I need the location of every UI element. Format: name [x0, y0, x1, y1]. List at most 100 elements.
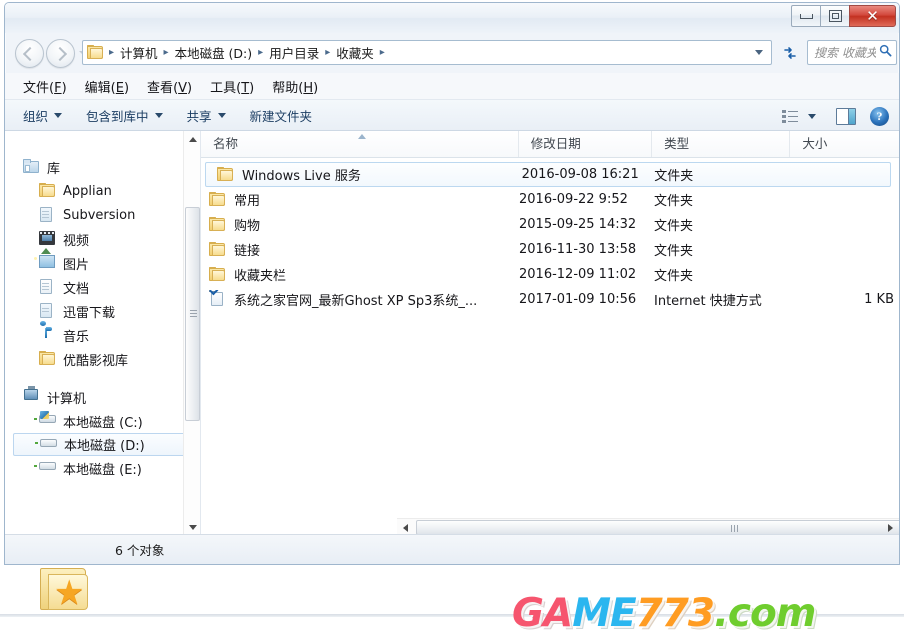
scroll-up-button[interactable] [184, 131, 200, 148]
table-row[interactable]: 链接 2016-11-30 13:58 文件夹 [201, 237, 899, 262]
table-row[interactable]: 购物 2015-09-25 14:32 文件夹 [201, 212, 899, 237]
minimize-button[interactable] [791, 5, 820, 27]
file-rows: Windows Live 服务 2016-09-08 16:21 文件夹 常用 [201, 158, 899, 312]
file-type-cell: Internet 快捷方式 [654, 294, 762, 309]
horizontal-scrollbar-thumb[interactable] [416, 520, 899, 535]
sidebar-item-label: 音乐 [63, 329, 90, 345]
sidebar-group-computer[interactable]: 计算机 [5, 385, 200, 409]
sidebar-group-label: 计算机 [47, 391, 87, 407]
breadcrumb-item-favorites[interactable]: 收藏夹 [333, 41, 377, 64]
breadcrumb-item-user-dir[interactable]: 用户目录 [266, 41, 322, 64]
column-header-label: 修改日期 [530, 136, 581, 151]
file-date-cell: 2017-01-09 10:56 [519, 292, 637, 307]
sidebar-item-applian[interactable]: Applian [5, 179, 200, 203]
column-header-name[interactable]: 名称 [201, 131, 519, 157]
maximize-restore-button[interactable] [820, 5, 849, 27]
sidebar-item-drive-d[interactable]: 本地磁盘 (D:) [13, 433, 196, 456]
close-icon: ✕ [866, 6, 879, 25]
watermark-logo: GAME773.com [512, 591, 816, 636]
file-name-label: 系统之家官网_最新Ghost XP Sp3系统_... [234, 294, 478, 309]
back-button[interactable] [15, 39, 44, 68]
navigation-list: 库 Applian Subversion 视频 图片 文档 迅雷下载 音乐 优酷… [5, 131, 200, 480]
search-box[interactable]: 搜索 收藏夹 [807, 40, 897, 65]
chevron-left-icon [403, 523, 408, 532]
content-area: 库 Applian Subversion 视频 图片 文档 迅雷下载 音乐 优酷… [5, 131, 899, 536]
breadcrumb-item-computer[interactable]: 计算机 [117, 41, 161, 64]
watermark-part-1: GA [512, 591, 573, 636]
file-name-cell: Windows Live 服务 [217, 165, 522, 184]
sidebar-item-drive-c[interactable]: 本地磁盘 (C:) [5, 409, 200, 433]
address-bar[interactable]: ▸ 计算机 ▸ 本地磁盘 (D:) ▸ 用户目录 ▸ 收藏夹 ▸ [82, 40, 772, 65]
close-button[interactable]: ✕ [849, 5, 896, 27]
chevron-up-icon [188, 137, 197, 142]
sidebar-item-documents[interactable]: 文档 [5, 275, 200, 299]
include-in-library-button[interactable]: 包含到库中 [86, 106, 163, 125]
folder-icon [209, 216, 226, 233]
sidebar-item-drive-e[interactable]: 本地磁盘 (E:) [5, 456, 200, 480]
share-button[interactable]: 共享 [187, 106, 226, 125]
refresh-button[interactable] [778, 40, 802, 65]
sidebar-item-pictures[interactable]: 图片 [5, 248, 200, 275]
chevron-down-icon [188, 525, 197, 530]
drive-icon [34, 460, 56, 476]
column-header-type[interactable]: 类型 [652, 131, 791, 157]
column-header-size[interactable]: 大小 [790, 131, 899, 157]
column-header-label: 类型 [664, 136, 690, 151]
internet-shortcut-icon [209, 290, 226, 308]
sidebar-item-xunlei-downloads[interactable]: 迅雷下载 [5, 299, 200, 323]
menu-item-edit[interactable]: 编辑(E) [85, 77, 129, 96]
favorites-folder-icon: ★ [36, 560, 98, 618]
menu-item-help[interactable]: 帮助(H) [272, 77, 318, 96]
menu-item-view[interactable]: 查看(V) [147, 77, 192, 96]
table-row[interactable]: 系统之家官网_最新Ghost XP Sp3系统_... 2017-01-09 1… [201, 287, 899, 312]
view-dropdown-icon[interactable] [808, 113, 816, 119]
help-icon[interactable]: ? [870, 106, 889, 126]
sidebar-scrollbar[interactable] [183, 131, 200, 536]
sidebar-scrollbar-thumb[interactable] [185, 207, 200, 421]
breadcrumb-separator-2: ▸ [258, 47, 264, 58]
breadcrumb-item-drive-d[interactable]: 本地磁盘 (D:) [172, 41, 256, 64]
file-name-cell: 系统之家官网_最新Ghost XP Sp3系统_... [209, 290, 519, 309]
item-count-label: 6 个对象 [115, 543, 165, 558]
organize-button[interactable]: 组织 [23, 106, 63, 125]
menu-item-tools[interactable]: 工具(T) [210, 77, 254, 96]
breadcrumb: ▸ 计算机 ▸ 本地磁盘 (D:) ▸ 用户目录 ▸ 收藏夹 ▸ [106, 41, 755, 64]
toolbar-right-group: ? [782, 100, 889, 132]
file-name-label: 购物 [234, 219, 261, 234]
preview-pane-icon[interactable] [836, 107, 856, 125]
forward-button[interactable] [46, 39, 75, 68]
sidebar-item-subversion[interactable]: Subversion [5, 203, 200, 227]
sidebar-item-label: 视频 [63, 233, 90, 249]
address-dropdown-icon[interactable] [755, 50, 763, 55]
table-row[interactable]: 常用 2016-09-22 9:52 文件夹 [201, 187, 899, 212]
folder-icon [209, 266, 226, 283]
sidebar-item-music[interactable]: 音乐 [5, 321, 200, 347]
sidebar-item-youku-library[interactable]: 优酷影视库 [5, 347, 200, 371]
file-name-cell: 收藏夹栏 [209, 265, 519, 284]
column-header-label: 大小 [802, 136, 828, 151]
sidebar-item-label: 迅雷下载 [63, 305, 116, 321]
chevron-right-icon [888, 523, 893, 532]
new-folder-button[interactable]: 新建文件夹 [250, 106, 313, 125]
sidebar-group-libraries[interactable]: 库 [5, 155, 200, 179]
column-header-date[interactable]: 修改日期 [519, 131, 653, 157]
search-input[interactable]: 搜索 收藏夹 [808, 44, 876, 61]
command-toolbar: 组织 包含到库中 共享 新建文件夹 ? [5, 99, 899, 131]
file-type-cell: 文件夹 [654, 169, 694, 184]
file-name-label: 常用 [234, 194, 261, 209]
breadcrumb-separator-0: ▸ [109, 47, 115, 58]
folder-icon [217, 166, 234, 183]
sidebar-item-label: 优酷影视库 [63, 353, 129, 369]
sidebar-item-label: 图片 [63, 257, 90, 273]
file-name-cell: 链接 [209, 240, 519, 259]
refresh-icon [784, 46, 796, 59]
sidebar-item-videos[interactable]: 视频 [5, 227, 200, 251]
document-icon [39, 303, 56, 319]
drive-icon [35, 437, 57, 453]
table-row[interactable]: 收藏夹栏 2016-12-09 11:02 文件夹 [201, 262, 899, 287]
watermark-part-2: ME [572, 591, 636, 636]
table-row[interactable]: Windows Live 服务 2016-09-08 16:21 文件夹 [205, 162, 891, 187]
music-icon [39, 321, 56, 343]
menu-item-file[interactable]: 文件(F) [23, 77, 67, 96]
view-options-icon[interactable] [782, 109, 798, 123]
